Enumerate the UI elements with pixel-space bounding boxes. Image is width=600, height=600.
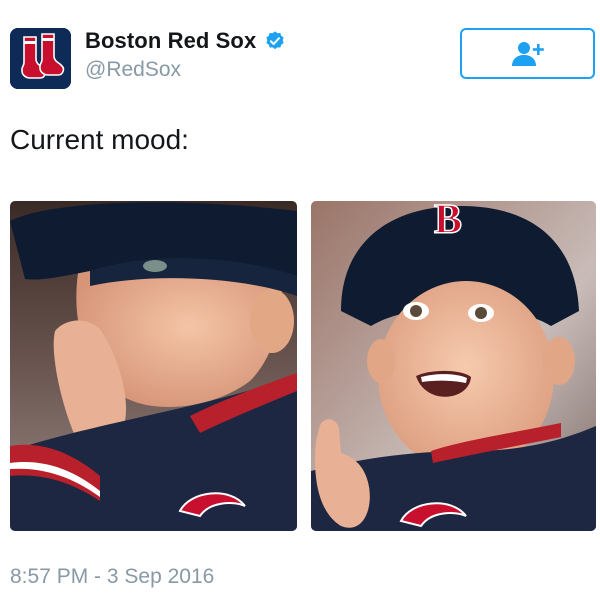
tweet-text: Current mood: [10,124,189,155]
tweet-card: Boston Red Sox @RedSox Current mood: B 8… [0,0,600,600]
tweet-photo-right[interactable]: B [311,201,596,531]
boy-thumbs-up-photo: B [311,201,596,531]
tweet-timestamp[interactable]: 8:57 PM - 3 Sep 2016 [10,565,214,589]
tweet-photo-left[interactable] [10,201,297,531]
verified-badge-icon [266,31,284,50]
account-handle[interactable]: @RedSox [85,58,181,82]
add-user-icon [511,41,544,66]
boy-eating-photo [10,201,297,531]
display-name[interactable]: Boston Red Sox [85,28,256,54]
svg-text:B: B [434,201,462,243]
account-name-row: Boston Red Sox [85,28,286,54]
follow-button[interactable] [460,28,595,79]
avatar[interactable] [10,28,71,89]
red-sox-logo-icon [10,28,71,89]
